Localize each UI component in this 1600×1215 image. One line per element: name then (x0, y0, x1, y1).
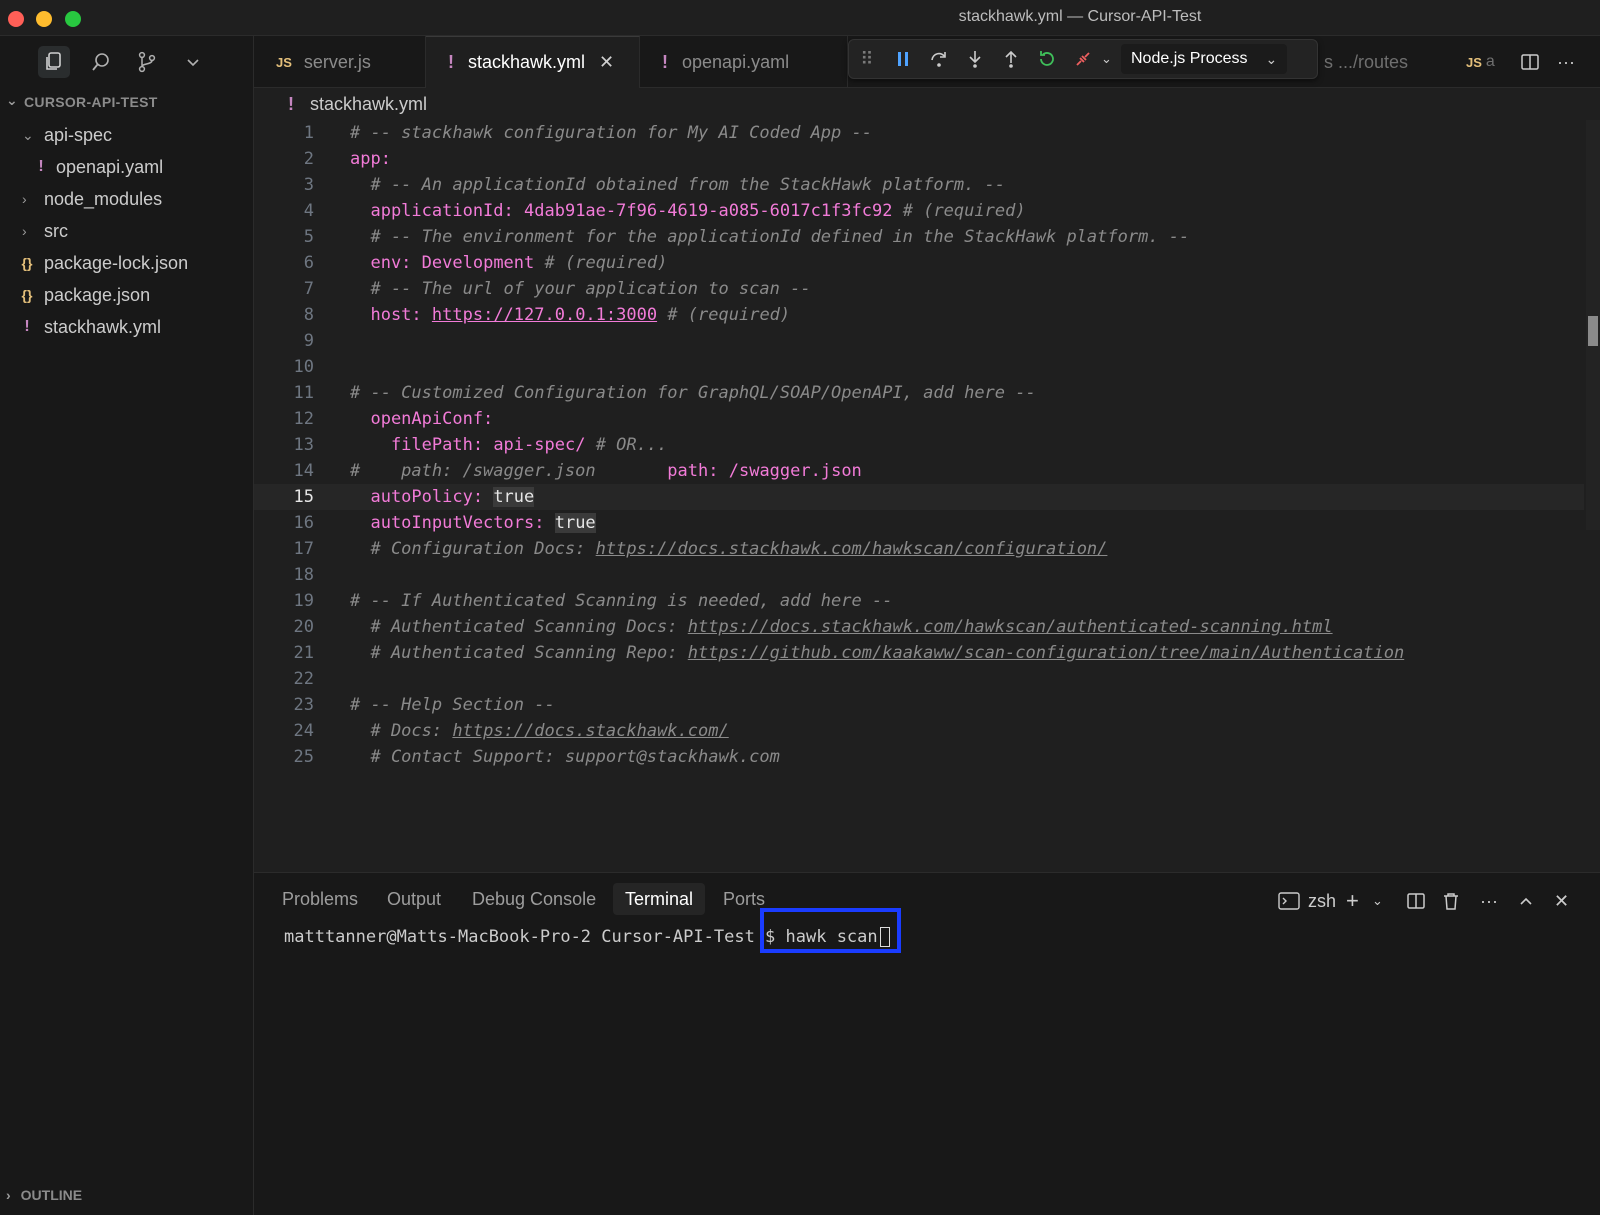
outline-section[interactable]: › OUTLINE (0, 1182, 254, 1208)
explorer-sidebar: ⌄ CURSOR-API-TEST ⌄ api-spec ! openapi.y… (0, 36, 254, 1215)
code-line: 20 # Authenticated Scanning Docs: https:… (293, 617, 1333, 637)
code-line: 11 # -- Customized Configuration for Grap… (293, 383, 1036, 403)
tree-item-stackhawk-yml[interactable]: ! stackhawk.yml (0, 312, 254, 342)
code-line: 5 # -- The environment for the applicati… (303, 227, 1190, 247)
yaml-file-icon: ! (24, 318, 30, 335)
code-line: 22 (293, 669, 314, 689)
code-editor[interactable]: 1 # -- stackhawk configuration for My AI … (254, 120, 1600, 872)
drag-handle-icon[interactable]: ⠿ (849, 41, 885, 77)
tree-item-api-spec[interactable]: ⌄ api-spec (0, 120, 254, 150)
tree-item-openapi-yaml[interactable]: ! openapi.yaml (0, 152, 254, 182)
tab-output[interactable]: Output (375, 883, 453, 915)
close-panel-icon[interactable]: ✕ (1554, 887, 1569, 915)
code-line: 8 host: https://127.0.0.1:3000 # (requir… (303, 305, 791, 325)
chevron-right-icon: › (6, 1187, 11, 1203)
tab-debug-console[interactable]: Debug Console (460, 883, 608, 915)
step-over-icon[interactable] (921, 41, 957, 77)
code-line-current: 15 autoPolicy: true (254, 484, 1584, 510)
more-actions-icon[interactable]: ··· (1552, 48, 1580, 76)
code-line: 16 autoInputVectors: true (293, 513, 596, 533)
tree-item-package-lock-json[interactable]: {} package-lock.json (0, 248, 254, 278)
tree-item-node-modules[interactable]: › node_modules (0, 184, 254, 214)
chevron-down-icon: ⌄ (22, 126, 34, 143)
code-line: 24 # Docs: https://docs.stackhawk.com/ (293, 721, 729, 741)
code-line: 13 filePath: api-spec/ # OR... (293, 435, 668, 455)
step-out-icon[interactable] (993, 41, 1029, 77)
maximize-panel-icon[interactable] (1518, 887, 1534, 915)
code-line: 4 applicationId: 4dab91ae-7f96-4619-a085… (303, 201, 1026, 221)
tab-stackhawk-yml[interactable]: ! stackhawk.yml ✕ (426, 36, 640, 88)
step-into-icon[interactable] (957, 41, 993, 77)
code-line: 6 env: Development # (required) (303, 253, 668, 273)
code-line: 18 (293, 565, 314, 585)
bottom-panel: Problems Output Debug Console Terminal P… (254, 872, 1600, 1215)
chevron-down-icon: ⌄ (1265, 50, 1278, 67)
code-line: 21 # Authenticated Scanning Repo: https:… (293, 643, 1405, 663)
tab-terminal[interactable]: Terminal (613, 883, 706, 915)
code-link[interactable]: https://127.0.0.1:3000 (432, 305, 657, 325)
tab-openapi-yaml[interactable]: ! openapi.yaml (640, 36, 848, 88)
chevron-down-icon[interactable] (177, 46, 209, 78)
chevron-down-icon[interactable]: ⌄ (1372, 887, 1383, 915)
debug-toolbar: ⠿ ⌄ Node.js Process ⌄ (848, 39, 1318, 79)
new-terminal-icon[interactable]: + (1346, 887, 1359, 915)
tab-js-overflow[interactable]: JS a (1466, 36, 1502, 88)
code-line: 10 (293, 357, 314, 377)
explorer-icon[interactable] (38, 46, 70, 78)
pause-icon[interactable] (885, 41, 921, 77)
code-line: 1 # -- stackhawk configuration for My AI … (303, 123, 872, 143)
json-file-icon: {} (21, 287, 33, 303)
code-line: 25 # Contact Support: support@stackhawk.… (293, 747, 780, 767)
code-link[interactable]: https://docs.stackhawk.com/hawkscan/auth… (688, 617, 1333, 637)
tab-routes[interactable]: s .../routes (1318, 36, 1438, 88)
yaml-file-icon: ! (288, 93, 294, 114)
yaml-file-icon: ! (662, 51, 668, 72)
scrollbar-thumb[interactable] (1588, 316, 1598, 346)
terminal-prompt: matttanner@Matts-MacBook-Pro-2 Cursor-AP… (284, 927, 786, 947)
code-line: 2 app: (303, 149, 391, 169)
more-actions-icon[interactable]: ··· (1480, 887, 1498, 915)
javascript-file-icon: JS (1466, 54, 1482, 70)
explorer-root-folder[interactable]: ⌄ CURSOR-API-TEST (0, 92, 254, 114)
source-control-icon[interactable] (131, 46, 163, 78)
code-line: 9 (303, 331, 314, 351)
split-terminal-icon[interactable] (1406, 887, 1426, 915)
code-line: 12 openApiConf: (293, 409, 494, 429)
sidebar-toolbar (0, 36, 254, 88)
tree-item-src[interactable]: › src (0, 216, 254, 246)
split-editor-icon[interactable] (1516, 48, 1544, 76)
close-icon[interactable]: ✕ (599, 52, 614, 73)
code-link[interactable]: https://github.com/kaakaww/scan-configur… (688, 643, 1404, 663)
tree-item-package-json[interactable]: {} package.json (0, 280, 254, 310)
yaml-file-icon: ! (448, 52, 454, 72)
search-icon[interactable] (85, 46, 117, 78)
javascript-file-icon: JS (276, 54, 292, 70)
code-line: 14 # path: /swagger.json path: /swagger.j… (293, 461, 862, 481)
terminal-shell-selector[interactable]: zsh (1278, 887, 1336, 915)
code-link[interactable]: https://docs.stackhawk.com/ (452, 721, 728, 741)
title-bar: stackhawk.yml — Cursor-API-Test (0, 0, 1600, 36)
tab-problems[interactable]: Problems (270, 883, 370, 915)
terminal-icon (1278, 892, 1300, 910)
chevron-down-icon[interactable]: ⌄ (1101, 51, 1115, 67)
command-highlight-box (760, 908, 901, 953)
code-line: 17 # Configuration Docs: https://docs.st… (293, 539, 1108, 559)
chevron-down-icon: ⌄ (6, 92, 19, 108)
code-link[interactable]: https://docs.stackhawk.com/hawkscan/conf… (596, 539, 1108, 559)
code-line: 19 # -- If Authenticated Scanning is need… (293, 591, 893, 611)
disconnect-icon[interactable] (1065, 41, 1101, 77)
json-file-icon: {} (21, 255, 33, 271)
breadcrumb[interactable]: ! stackhawk.yml (254, 88, 1600, 120)
trash-icon[interactable] (1442, 887, 1460, 915)
code-line: 7 # -- The url of your application to sc… (303, 279, 811, 299)
yaml-file-icon: ! (38, 158, 44, 175)
code-line: 23 # -- Help Section -- (293, 695, 555, 715)
restart-icon[interactable] (1029, 41, 1065, 77)
tab-server-js[interactable]: JS server.js (254, 36, 426, 88)
chevron-right-icon: › (22, 191, 27, 207)
window-title: stackhawk.yml — Cursor-API-Test (958, 8, 1202, 25)
debug-process-select[interactable]: Node.js Process ⌄ (1121, 44, 1288, 74)
chevron-right-icon: › (22, 223, 27, 239)
code-line: 3 # -- An applicationId obtained from th… (303, 175, 1006, 195)
